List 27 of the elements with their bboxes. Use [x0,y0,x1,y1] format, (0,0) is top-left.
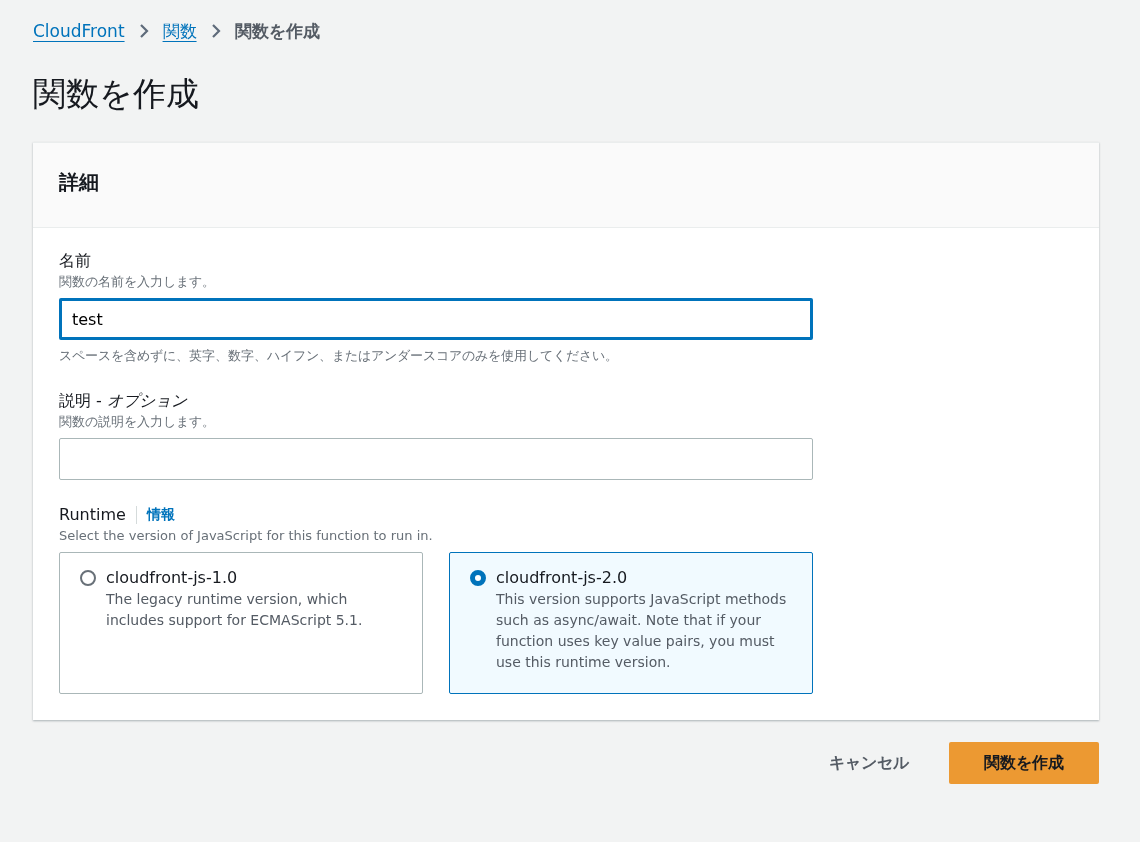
cancel-button[interactable]: キャンセル [809,742,929,784]
field-label: 名前 [59,250,91,273]
breadcrumb-link[interactable]: 関数 [162,19,197,43]
breadcrumb-link[interactable]: CloudFront [33,21,125,41]
option-label: cloudfront-js-2.0 [496,567,628,590]
field-description: 関数の説明を入力します。 [59,413,215,432]
field-description: 関数の名前を入力します。 [59,273,215,292]
description-input-field[interactable] [59,438,813,481]
chevron-right-icon [138,23,149,39]
create-function-button[interactable]: 関数を作成 [949,742,1099,785]
field-label: Runtime [59,504,126,527]
panel-title: 詳細 [59,169,100,197]
radio-button[interactable] [80,570,96,587]
option-label: cloudfront-js-1.0 [106,567,238,590]
option-description: The legacy runtime version, which includes support for ECMAScript 5.1. [106,590,364,631]
runtime-option-tile[interactable]: cloudfront-js-2.0 This version supports JavaScript methods such as async/await. Note that if your function uses key value pairs, you must use this runtime version. [449,552,813,695]
name-input-field[interactable]: test [59,298,813,341]
info-link[interactable]: 情報 [135,506,175,525]
field-label: 説明 - オプション [59,390,187,413]
chevron-right-icon [210,23,221,39]
constraint-text: スペースを含めずに、英字、数字、ハイフン、またはアンダースコアのみを使用してください。 [59,347,618,366]
page-title: 関数を作成 [33,76,200,113]
radio-button[interactable] [470,570,486,587]
breadcrumb-current: 関数を作成 [234,19,320,43]
runtime-option-tile[interactable]: cloudfront-js-1.0 The legacy runtime version, which includes support for ECMAScript 5.1. [59,552,423,695]
option-description: This version supports JavaScript methods such as async/await. Note that if your function uses key value pairs, you must use this runtime version. [496,590,788,673]
field-description: Select the version of JavaScript for this function to run in. [59,527,433,546]
